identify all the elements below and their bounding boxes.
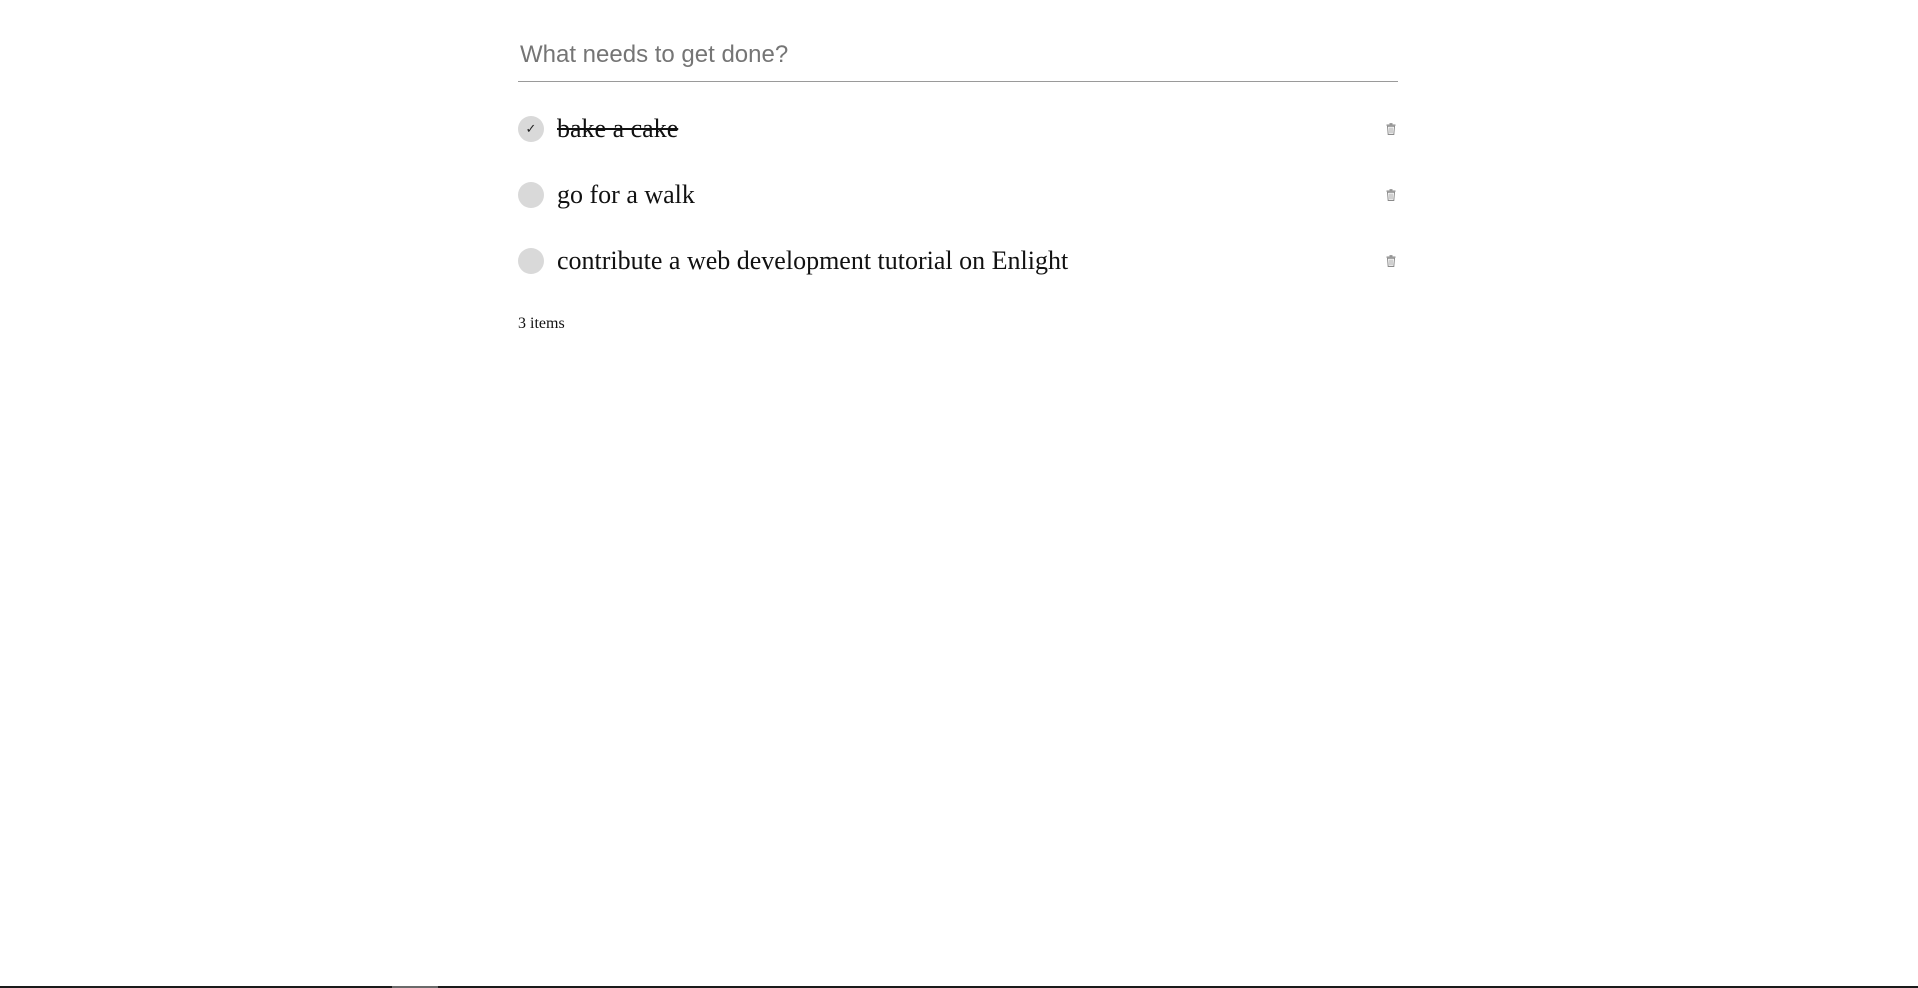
todo-item: ✓ bake a cake [518, 96, 1398, 162]
todo-page: ✓ bake a cake go for a wal [0, 0, 1918, 988]
delete-todo-button[interactable] [1384, 187, 1398, 203]
todo-item: contribute a web development tutorial on… [518, 228, 1398, 294]
todo-toggle[interactable] [518, 248, 544, 274]
new-todo-field [518, 28, 1398, 82]
delete-todo-button[interactable] [1384, 253, 1398, 269]
todo-toggle[interactable] [518, 182, 544, 208]
todo-label[interactable]: bake a cake [557, 114, 678, 144]
trash-icon [1386, 123, 1396, 135]
todo-item: go for a walk [518, 162, 1398, 228]
todo-label[interactable]: go for a walk [557, 180, 695, 210]
items-count: 3 items [518, 315, 565, 332]
todo-app: ✓ bake a cake go for a wal [518, 28, 1398, 333]
todo-label[interactable]: contribute a web development tutorial on… [557, 246, 1068, 276]
trash-icon [1386, 255, 1396, 267]
check-icon: ✓ [525, 121, 537, 137]
trash-icon [1386, 189, 1396, 201]
delete-todo-button[interactable] [1384, 121, 1398, 137]
todo-list: ✓ bake a cake go for a walk contribute a… [518, 96, 1398, 294]
new-todo-input[interactable] [518, 28, 1398, 81]
todo-toggle-checked[interactable]: ✓ [518, 116, 544, 142]
